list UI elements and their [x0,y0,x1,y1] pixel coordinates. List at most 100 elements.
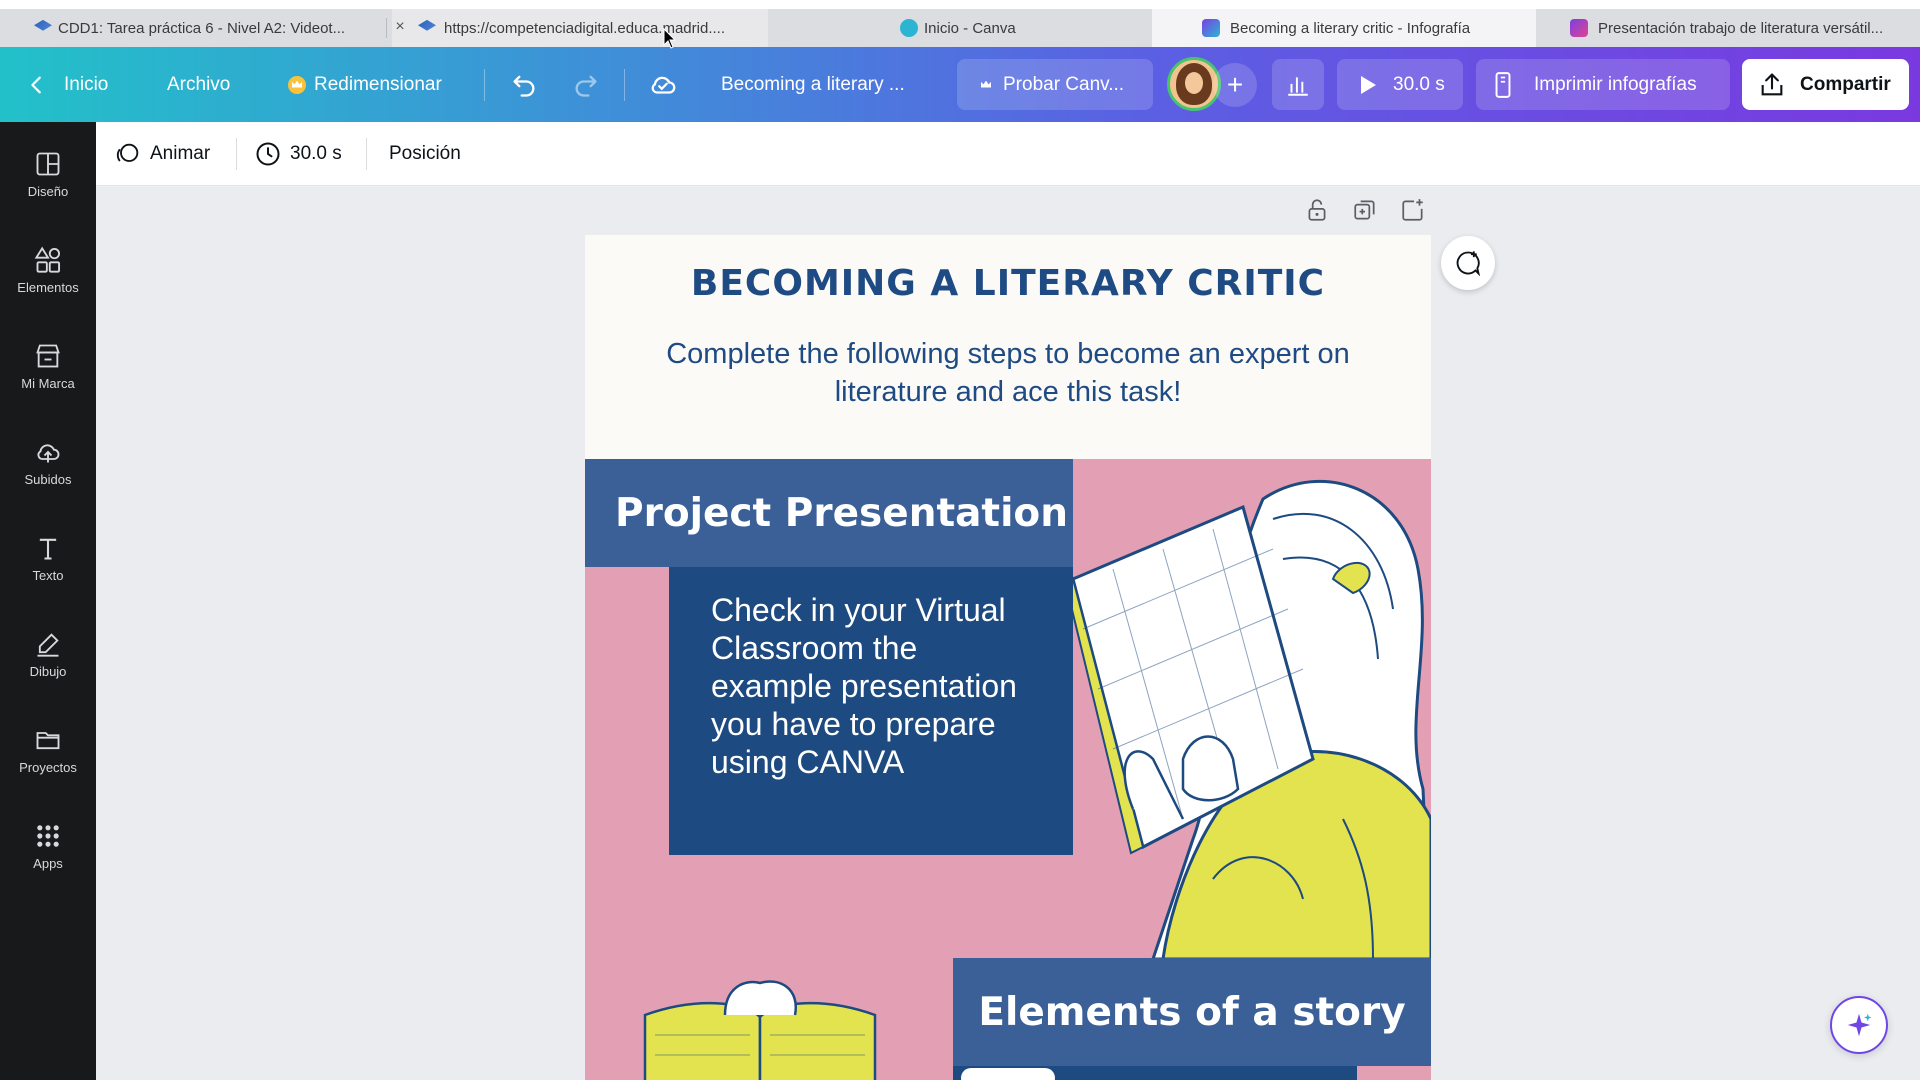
cloud-check-icon [651,76,676,94]
resize-button[interactable]: Redimensionar [288,47,442,122]
insights-button[interactable] [1272,59,1324,110]
close-icon[interactable]: × [392,18,408,36]
back-home-label: Inicio [64,73,109,95]
elements-icon [34,246,61,273]
file-menu-button[interactable]: Archivo [167,47,230,122]
sidebar-item-label: Elementos [17,280,79,295]
text-icon [39,538,57,560]
draw-icon [37,633,59,657]
browser-tab-label: Becoming a literary critic - Infografía [1230,19,1471,37]
sparkle-icon [1847,1013,1872,1037]
document-title-label: Becoming a literary ... [721,73,905,95]
girl-reading-illustration[interactable] [1073,459,1431,959]
section-elements-of-story-title[interactable]: Elements of a story [953,958,1431,1066]
clock-icon [256,142,280,166]
sidebar-item-text[interactable]: Texto [0,526,96,606]
duration-label: 30.0 s [290,143,342,164]
design-title[interactable]: BECOMING A LITERARY CRITIC [645,266,1371,302]
add-collaborator-button[interactable]: + [1213,63,1257,107]
canva-icon [900,19,918,37]
section-project-presentation-body[interactable]: Check in your Virtual Classroom the exam… [669,567,1073,855]
layout-icon [36,152,60,176]
sidebar-item-label: Subidos [24,472,72,487]
sidebar-item-label: Diseño [27,184,69,199]
design-subtitle[interactable]: Complete the following steps to become a… [615,335,1401,411]
animate-button[interactable]: Animar [114,122,210,186]
share-upload-icon [1761,72,1783,95]
play-icon [1361,75,1376,94]
sidebar-item-apps[interactable]: Apps [0,814,96,894]
print-infographics-label: Imprimir infografías [1534,73,1697,95]
position-button[interactable]: Posición [389,122,461,186]
resize-label: Redimensionar [314,73,442,95]
infographic-icon [1202,19,1220,37]
position-label: Posición [389,143,461,164]
save-status-button[interactable] [648,47,678,122]
file-menu-label: Archivo [167,73,231,95]
design-page[interactable]: BECOMING A LITERARY CRITIC Complete the … [585,235,1431,1080]
browser-tab-5[interactable]: Presentación trabajo de literatura versá… [1562,9,1920,47]
bar-chart-icon [1288,76,1308,96]
browser-tab-label: Inicio - Canva [924,19,1016,37]
browser-tab-label: Presentación trabajo de literatura versá… [1598,19,1884,37]
folder-icon [36,732,60,750]
left-sidebar: Diseño Elementos Mi Marca Subidos Texto … [0,122,96,1080]
sidebar-item-draw[interactable]: Dibujo [0,622,96,702]
animate-icon [116,143,139,162]
duplicate-page-icon[interactable] [1352,197,1378,223]
tab-divider [386,18,387,38]
present-play-button[interactable]: 30.0 s [1337,59,1463,110]
crown-icon [977,76,995,94]
context-toolbar: Animar 30.0 s Posición [96,122,1920,186]
add-page-icon[interactable] [1400,197,1426,223]
mouse-cursor-icon [663,28,677,49]
plus-icon: + [1226,69,1244,100]
print-icon [1495,71,1511,98]
try-canva-pro-button[interactable]: Probar Canv... [957,59,1153,110]
graduation-cap-icon [34,19,52,31]
apps-grid-icon [37,825,59,847]
comment-add-icon [1456,251,1481,277]
header-divider [624,69,625,101]
back-home-button[interactable]: Inicio [26,47,108,122]
share-button[interactable]: Compartir [1742,59,1909,110]
lock-icon[interactable] [1304,197,1330,223]
browser-tab-4[interactable]: Becoming a literary critic - Infografía [1152,9,1536,47]
sidebar-item-label: Dibujo [29,664,67,679]
share-label: Compartir [1800,73,1891,95]
window-top-bar [0,0,1920,9]
add-comment-button[interactable] [1441,236,1495,290]
sidebar-item-uploads[interactable]: Subidos [0,430,96,510]
document-title[interactable]: Becoming a literary ... [721,47,905,122]
editor-header: Inicio Archivo Redimensionar Becoming a … [0,47,1920,122]
redo-button[interactable] [572,47,600,122]
header-divider [484,69,485,101]
print-infographics-button[interactable]: Imprimir infografías [1476,59,1730,110]
section-project-presentation-title[interactable]: Project Presentation [585,459,1073,567]
presentation-icon [1570,19,1588,37]
sidebar-item-elements[interactable]: Elementos [0,238,96,318]
duration-button[interactable]: 30.0 s [254,122,342,186]
magic-assistant-button[interactable] [1830,996,1888,1054]
browser-tab-3[interactable]: Inicio - Canva [892,9,1152,47]
redo-icon [575,75,597,97]
sidebar-item-brand[interactable]: Mi Marca [0,334,96,414]
toolbar-divider [236,138,237,170]
crown-icon [288,75,306,94]
toolbar-divider [366,138,367,170]
label-pill [961,1068,1055,1080]
browser-tab-1[interactable]: CDD1: Tarea práctica 6 - Nivel A2: Video… [26,9,356,47]
sidebar-item-design[interactable]: Diseño [0,142,96,222]
browser-tab-label: CDD1: Tarea práctica 6 - Nivel A2: Video… [58,19,346,37]
sidebar-item-projects[interactable]: Proyectos [0,718,96,798]
undo-button[interactable] [510,47,538,122]
sidebar-item-label: Apps [33,856,63,871]
browser-tab-strip: CDD1: Tarea práctica 6 - Nivel A2: Video… [0,0,1920,47]
sidebar-item-label: Mi Marca [21,376,75,391]
sidebar-item-label: Texto [32,568,64,583]
title-block[interactable]: BECOMING A LITERARY CRITIC Complete the … [585,235,1431,459]
open-book-illustration[interactable] [635,975,895,1080]
brand-icon [36,344,60,368]
browser-tab-2[interactable]: × https://competenciadigital.educa.madri… [392,9,768,47]
animate-label: Animar [150,143,211,164]
